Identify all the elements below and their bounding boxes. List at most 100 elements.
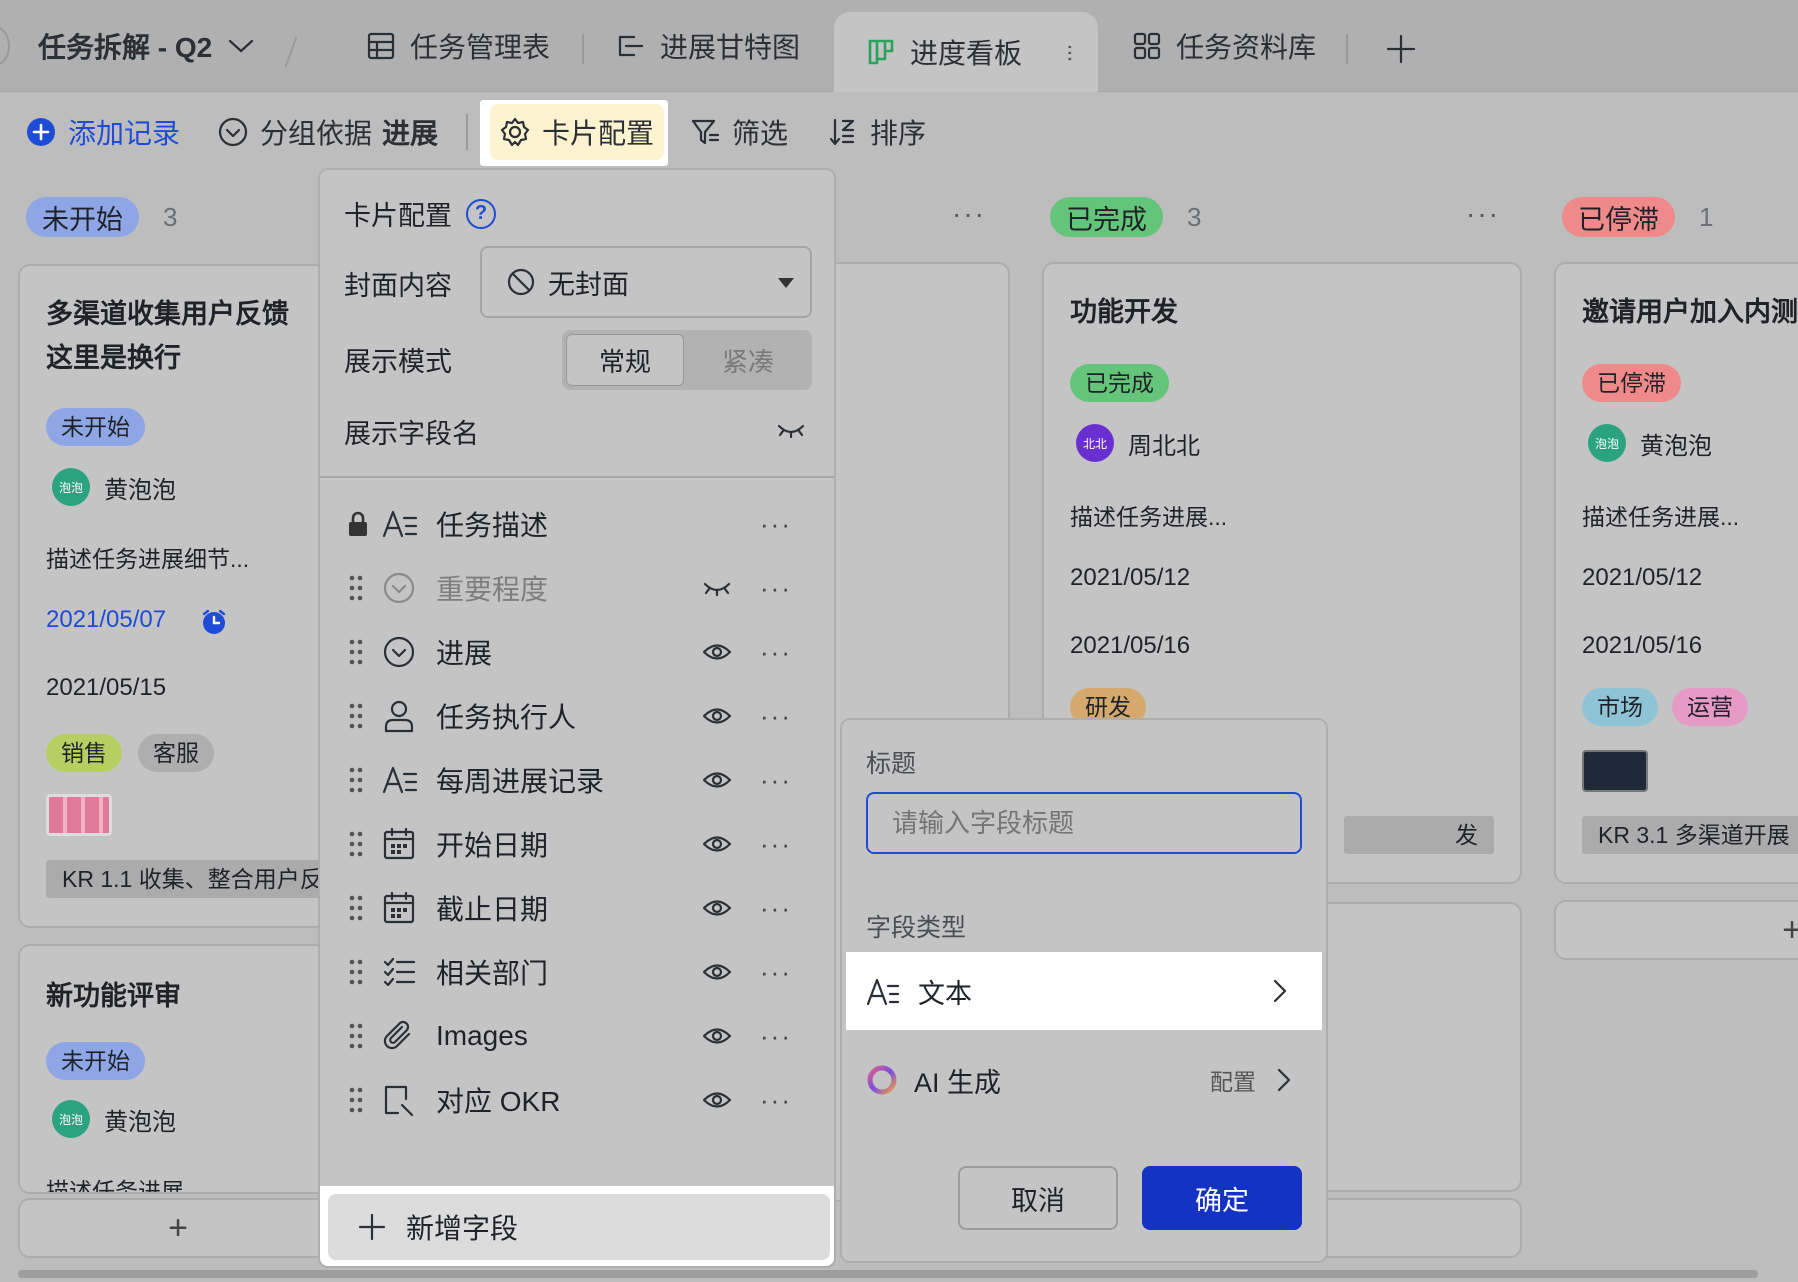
field-name: 相关部门 bbox=[436, 958, 549, 989]
cover-select[interactable]: 无封面 bbox=[480, 246, 812, 318]
eye-icon[interactable] bbox=[702, 1089, 732, 1111]
card-config-button[interactable]: 卡片配置 bbox=[490, 104, 665, 160]
tab-kanban[interactable]: 进度看板 ··· bbox=[834, 12, 1098, 92]
tab-more-icon[interactable]: ··· bbox=[1056, 43, 1084, 61]
add-card-button[interactable]: + bbox=[18, 1198, 338, 1258]
drag-handle-icon[interactable] bbox=[348, 638, 364, 666]
add-record-button[interactable]: 添加记录 bbox=[26, 92, 180, 172]
kanban-card[interactable]: 邀请用户加入内测 已停滞 泡泡 黄泡泡 描述任务进展... 2021/05/12… bbox=[1554, 262, 1798, 884]
single-select-icon bbox=[383, 636, 415, 668]
status-badge: 未开始 bbox=[46, 1042, 145, 1080]
field-row-weekly-progress[interactable]: 每周进展记录 ··· bbox=[320, 744, 834, 816]
ai-config-link[interactable]: 配置 bbox=[1210, 1063, 1256, 1097]
multi-select-icon bbox=[383, 957, 416, 987]
confirm-button[interactable]: 确定 bbox=[1142, 1166, 1302, 1230]
field-row-assignee[interactable]: 任务执行人 ··· bbox=[320, 680, 834, 752]
tab-label: 进度看板 bbox=[910, 38, 1023, 69]
group-by-label: 分组依据 bbox=[260, 118, 373, 149]
eye-icon[interactable] bbox=[702, 897, 732, 919]
field-more-icon[interactable]: ··· bbox=[760, 893, 792, 924]
field-more-icon[interactable]: ··· bbox=[760, 701, 792, 732]
group-by-button[interactable]: 分组依据 进展 bbox=[218, 92, 438, 172]
column-more-icon[interactable]: ··· bbox=[952, 198, 986, 230]
okr-link[interactable]: KR 1.1 收集、整合用户反 bbox=[46, 860, 336, 898]
sidebar-toggle-edge[interactable] bbox=[0, 26, 10, 66]
end-date: 2021/05/16 bbox=[1070, 632, 1191, 659]
add-card-button[interactable]: + bbox=[1554, 900, 1798, 960]
assignee: 泡泡 黄泡泡 bbox=[52, 468, 176, 506]
eye-closed-icon[interactable] bbox=[702, 578, 732, 598]
filter-label: 筛选 bbox=[732, 118, 789, 149]
field-row-start-date[interactable]: 开始日期 ··· bbox=[320, 808, 834, 880]
field-type-select[interactable]: 文本 bbox=[846, 952, 1322, 1030]
cancel-button[interactable]: 取消 bbox=[958, 1166, 1118, 1230]
okr-link[interactable]: 发 bbox=[1344, 816, 1494, 854]
okr-link[interactable]: KR 3.1 多渠道开展 bbox=[1582, 816, 1798, 854]
tab-label: 进展甘特图 bbox=[660, 32, 801, 63]
field-more-icon[interactable]: ··· bbox=[760, 1085, 792, 1116]
field-row-importance[interactable]: 重要程度 ··· bbox=[320, 552, 834, 624]
table-name-dropdown[interactable]: 任务拆解 - Q2 bbox=[38, 0, 256, 92]
add-circle-icon bbox=[27, 118, 55, 146]
filter-button[interactable]: 筛选 bbox=[690, 92, 788, 172]
help-icon[interactable]: ? bbox=[466, 198, 496, 229]
field-more-icon[interactable]: ··· bbox=[760, 957, 792, 988]
field-name: 每周进展记录 bbox=[436, 766, 605, 797]
gantt-icon bbox=[618, 35, 644, 57]
field-row-okr[interactable]: 对应 OKR ··· bbox=[320, 1064, 834, 1136]
tab-task-table[interactable]: 任务管理表 bbox=[366, 0, 550, 92]
avatar: 泡泡 bbox=[52, 1100, 90, 1138]
field-more-icon[interactable]: ··· bbox=[760, 1021, 792, 1052]
field-title-input[interactable] bbox=[866, 792, 1302, 854]
eye-icon[interactable] bbox=[702, 833, 732, 855]
cover-value: 无封面 bbox=[548, 269, 629, 300]
horizontal-scrollbar[interactable] bbox=[18, 1270, 1758, 1278]
end-date: 2021/05/16 bbox=[1582, 632, 1703, 659]
tab-label: 任务资料库 bbox=[1176, 32, 1317, 63]
drag-handle-icon[interactable] bbox=[348, 830, 364, 858]
image-thumbnail[interactable] bbox=[46, 794, 112, 836]
kanban-card[interactable]: 多渠道收集用户反馈 这里是换行 未开始 泡泡 黄泡泡 描述任务进展细节... 2… bbox=[18, 264, 338, 928]
eye-closed-icon[interactable] bbox=[776, 420, 806, 440]
field-more-icon[interactable]: ··· bbox=[760, 509, 792, 540]
ai-generate-option[interactable]: AI 生成 配置 bbox=[866, 1050, 1306, 1110]
eye-icon[interactable] bbox=[702, 705, 732, 727]
field-row-progress[interactable]: 进展 ··· bbox=[320, 616, 834, 688]
attachment-icon bbox=[383, 1020, 411, 1050]
eye-icon[interactable] bbox=[702, 1025, 732, 1047]
drag-handle-icon[interactable] bbox=[348, 766, 364, 794]
calendar-icon bbox=[383, 827, 415, 860]
field-name: 开始日期 bbox=[436, 830, 549, 861]
field-row-due-date[interactable]: 截止日期 ··· bbox=[320, 872, 834, 944]
field-more-icon[interactable]: ··· bbox=[760, 765, 792, 796]
eye-icon[interactable] bbox=[702, 769, 732, 791]
add-field-button[interactable]: 新增字段 bbox=[328, 1194, 830, 1260]
mode-option-normal[interactable]: 常规 bbox=[566, 334, 684, 386]
drag-handle-icon[interactable] bbox=[348, 574, 364, 602]
field-more-icon[interactable]: ··· bbox=[760, 637, 792, 668]
kanban-card[interactable]: 新功能评审 未开始 泡泡 黄泡泡 描述任务进展 bbox=[18, 944, 338, 1194]
card-config-label: 卡片配置 bbox=[542, 118, 655, 149]
field-more-icon[interactable]: ··· bbox=[760, 573, 792, 604]
add-record-label: 添加记录 bbox=[68, 118, 181, 149]
field-row-images[interactable]: Images ··· bbox=[320, 1000, 834, 1072]
drag-handle-icon[interactable] bbox=[348, 1086, 364, 1114]
drag-handle-icon[interactable] bbox=[348, 958, 364, 986]
drag-handle-icon[interactable] bbox=[348, 702, 364, 730]
field-row-task-desc[interactable]: 任务描述 ··· bbox=[320, 488, 834, 560]
add-view-button[interactable] bbox=[1386, 34, 1416, 64]
drag-handle-icon[interactable] bbox=[348, 1022, 364, 1050]
eye-icon[interactable] bbox=[702, 961, 732, 983]
field-more-icon[interactable]: ··· bbox=[760, 829, 792, 860]
eye-icon[interactable] bbox=[702, 641, 732, 663]
image-thumbnail[interactable] bbox=[1582, 750, 1648, 792]
drag-handle-icon[interactable] bbox=[348, 894, 364, 922]
sort-button[interactable]: 排序 bbox=[828, 92, 926, 172]
mode-option-compact[interactable]: 紧凑 bbox=[688, 334, 808, 386]
field-name: 任务描述 bbox=[436, 510, 549, 541]
tab-gantt[interactable]: 进展甘特图 bbox=[616, 0, 800, 92]
chevron-down-icon bbox=[229, 39, 254, 53]
field-row-departments[interactable]: 相关部门 ··· bbox=[320, 936, 834, 1008]
tab-gallery[interactable]: 任务资料库 bbox=[1132, 0, 1316, 92]
column-more-icon[interactable]: ··· bbox=[1466, 198, 1500, 230]
